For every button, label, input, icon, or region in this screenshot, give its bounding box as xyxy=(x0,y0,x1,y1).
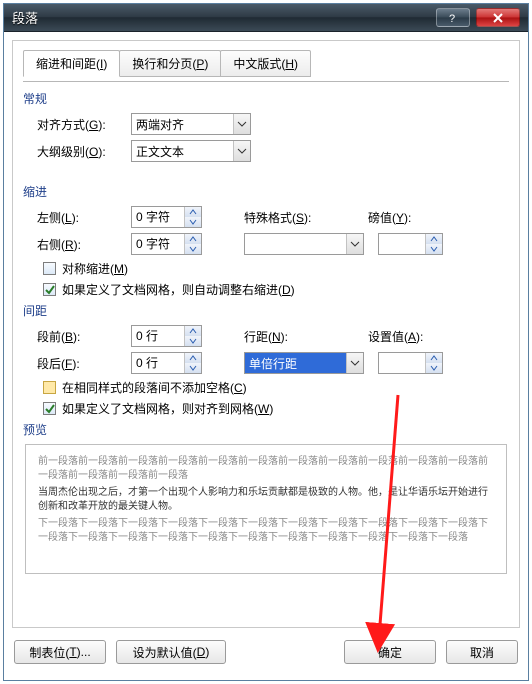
preview-filler-before: 前一段落前一段落前一段落前一段落前一段落前一段落前一段落前一段落前一段落前一段落… xyxy=(38,455,494,482)
mirror-indent-checkbox[interactable] xyxy=(43,262,56,275)
spin-up-icon[interactable] xyxy=(185,234,201,244)
window-title: 段落 xyxy=(12,8,38,27)
nospace-label: 在相同样式的段落间不添加空格(C) xyxy=(62,379,247,396)
cancel-button[interactable]: 取消 xyxy=(446,640,518,664)
spin-up-icon[interactable] xyxy=(185,326,201,336)
spin-down-icon[interactable] xyxy=(185,217,201,227)
by-spinner[interactable] xyxy=(378,233,443,255)
help-icon: ? xyxy=(447,12,459,24)
titlebar: 段落 ? xyxy=(4,4,528,32)
snapgrid-label: 如果定义了文档网格，则对齐到网格(W) xyxy=(62,400,273,417)
mirror-indent-label: 对称缩进(M) xyxy=(62,260,128,277)
linespace-label: 行距(N): xyxy=(244,328,338,345)
indent-right-label: 右侧(R): xyxy=(37,236,131,253)
setat-label: 设置值(A): xyxy=(368,328,423,345)
indent-left-label: 左侧(L): xyxy=(37,209,131,226)
tab-bar: 缩进和间距(I) 换行和分页(P) 中文版式(H) xyxy=(23,49,509,76)
spin-down-icon[interactable] xyxy=(185,336,201,346)
chevron-down-icon xyxy=(346,353,363,373)
setat-spinner[interactable] xyxy=(378,352,443,374)
before-label: 段前(B): xyxy=(37,328,131,345)
button-bar: 制表位(T)... 设为默认值(D) 确定 取消 xyxy=(12,632,520,672)
ok-button[interactable]: 确定 xyxy=(344,640,436,664)
auto-adjust-label: 如果定义了文档网格，则自动调整右缩进(D) xyxy=(62,281,295,298)
before-spinner[interactable]: 0 行 xyxy=(131,325,202,347)
after-spinner[interactable]: 0 行 xyxy=(131,352,202,374)
chevron-down-icon xyxy=(233,141,250,161)
linespace-combo[interactable]: 单倍行距 xyxy=(244,352,364,374)
spin-up-icon[interactable] xyxy=(426,353,442,363)
auto-adjust-checkbox[interactable] xyxy=(43,283,56,296)
preview-filler-after: 下一段落下一段落下一段落下一段落下一段落下一段落下一段落下一段落下一段落下一段落… xyxy=(38,517,494,544)
special-combo[interactable] xyxy=(244,233,364,255)
outline-combo[interactable]: 正文文本 xyxy=(131,140,251,162)
section-spacing: 间距 xyxy=(23,302,509,319)
spin-up-icon[interactable] xyxy=(185,207,201,217)
tab-cjk[interactable]: 中文版式(H) xyxy=(220,50,311,77)
spin-down-icon[interactable] xyxy=(426,363,442,373)
spin-down-icon[interactable] xyxy=(426,244,442,254)
preview-box: 前一段落前一段落前一段落前一段落前一段落前一段落前一段落前一段落前一段落前一段落… xyxy=(25,444,507,574)
svg-text:?: ? xyxy=(449,13,455,24)
align-label: 对齐方式(G): xyxy=(37,116,131,133)
section-general: 常规 xyxy=(23,90,509,107)
spin-up-icon[interactable] xyxy=(426,234,442,244)
default-button[interactable]: 设为默认值(D) xyxy=(116,640,226,664)
after-label: 段后(F): xyxy=(37,355,131,372)
section-indent: 缩进 xyxy=(23,183,509,200)
tabs-button[interactable]: 制表位(T)... xyxy=(14,640,106,664)
by-label: 磅值(Y): xyxy=(368,209,411,226)
chevron-down-icon xyxy=(233,114,250,134)
spin-down-icon[interactable] xyxy=(185,363,201,373)
indent-right-spinner[interactable]: 0 字符 xyxy=(131,233,202,255)
indent-left-spinner[interactable]: 0 字符 xyxy=(131,206,202,228)
spin-down-icon[interactable] xyxy=(185,244,201,254)
align-combo[interactable]: 两端对齐 xyxy=(131,113,251,135)
snapgrid-checkbox[interactable] xyxy=(43,402,56,415)
chevron-down-icon xyxy=(346,234,363,254)
nospace-checkbox[interactable] xyxy=(43,381,56,394)
preview-sample: 当周杰伦出现之后，才第一个出现个人影响力和乐坛贡献都是极致的人物。他，是让华语乐… xyxy=(38,486,494,513)
tab-indent-spacing[interactable]: 缩进和间距(I) xyxy=(23,50,120,77)
section-preview: 预览 xyxy=(23,421,509,438)
special-label: 特殊格式(S): xyxy=(244,209,338,226)
outline-label: 大纲级别(O): xyxy=(37,143,131,160)
spin-up-icon[interactable] xyxy=(185,353,201,363)
tab-pagination[interactable]: 换行和分页(P) xyxy=(119,50,221,77)
help-button[interactable]: ? xyxy=(436,8,470,27)
close-icon xyxy=(492,12,504,24)
close-button[interactable] xyxy=(476,8,520,27)
